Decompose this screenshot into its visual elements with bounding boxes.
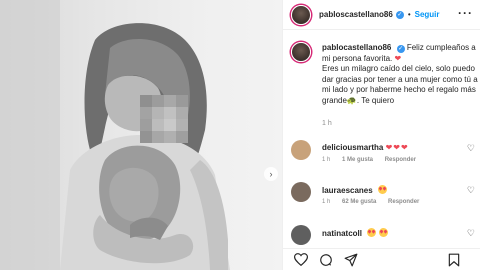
save-button[interactable] (446, 252, 462, 268)
post-photo[interactable]: › (0, 0, 282, 270)
heart-icon[interactable]: ♡ (467, 143, 475, 154)
comment-item: deliciousmartha ❤❤❤ 1 h 1 Me gusta Respo… (291, 140, 477, 166)
comment-username[interactable]: lauraescanes (322, 186, 373, 195)
reply-button[interactable]: Responder (385, 157, 416, 163)
follow-button[interactable]: Seguir (415, 10, 440, 19)
caption-username[interactable]: pablocastellano86 (322, 43, 391, 52)
verified-badge-icon: ✓ (396, 45, 405, 53)
comment-item: lauraescanes 1 h 62 Me gusta Responder ♡ (291, 182, 477, 208)
avatar[interactable] (291, 140, 311, 160)
comment-meta: 1 h 62 Me gusta Responder (322, 199, 429, 205)
heart-icon[interactable]: ♡ (467, 185, 475, 196)
share-icon (344, 253, 358, 266)
verified-badge-icon: ✓ (395, 10, 404, 19)
heart-eyes-emoji-icon (367, 228, 377, 237)
heart-icon (294, 253, 308, 266)
avatar[interactable] (291, 182, 311, 202)
comment-line: deliciousmartha ❤❤❤ (322, 143, 409, 152)
comment-text: ❤❤❤ (385, 143, 409, 152)
comment-line: natinatcoll (322, 228, 389, 238)
heart-eyes-emoji-icon (379, 228, 389, 237)
mother-baby-photo (0, 0, 230, 270)
comment-likes[interactable]: 62 Me gusta (342, 199, 376, 205)
next-photo-button[interactable]: › (264, 167, 278, 181)
heart-eyes-emoji-icon (377, 185, 387, 194)
avatar[interactable] (291, 4, 311, 25)
comment-icon (320, 253, 332, 266)
comment-button[interactable] (318, 252, 334, 268)
post-header: pabloscastellano86 ✓ • Seguir ··· (283, 0, 480, 30)
comment-time: 1 h (322, 199, 331, 205)
bookmark-icon (448, 253, 460, 267)
caption-avatar[interactable] (291, 42, 311, 62)
comment-username[interactable]: natinatcoll (322, 229, 362, 238)
heart-icon[interactable]: ♡ (467, 228, 475, 239)
reply-button[interactable]: Responder (388, 199, 419, 205)
comment-likes[interactable]: 1 Me gusta (342, 157, 373, 163)
like-button[interactable] (293, 252, 309, 268)
heart-emoji: ❤ (394, 53, 402, 63)
separator-dot: • (407, 10, 411, 19)
caption-timestamp: 1 h (322, 120, 332, 127)
post-action-bar (283, 248, 480, 270)
more-options-icon[interactable]: ··· (458, 7, 473, 19)
chevron-right-icon: › (269, 168, 273, 179)
post-username[interactable]: pabloscastellano86 (319, 10, 393, 19)
avatar[interactable] (291, 225, 311, 245)
caption-text: pablocastellano86 ✓ Feliz cumpleaños a m… (322, 43, 478, 105)
comment-line: lauraescanes (322, 185, 387, 195)
comment-meta: 1 h 1 Me gusta Responder (322, 157, 426, 163)
caption-ending: Te quiero (361, 95, 395, 105)
turtle-emoji: 🐢 (346, 95, 357, 105)
comment-time: 1 h (322, 157, 331, 163)
share-button[interactable] (343, 252, 359, 268)
caption-line2: Eres un milagro caído del cielo, solo pu… (322, 64, 478, 105)
comment-username[interactable]: deliciousmartha (322, 143, 383, 152)
post-sidebar: pabloscastellano86 ✓ • Seguir ··· pabloc… (282, 0, 480, 270)
